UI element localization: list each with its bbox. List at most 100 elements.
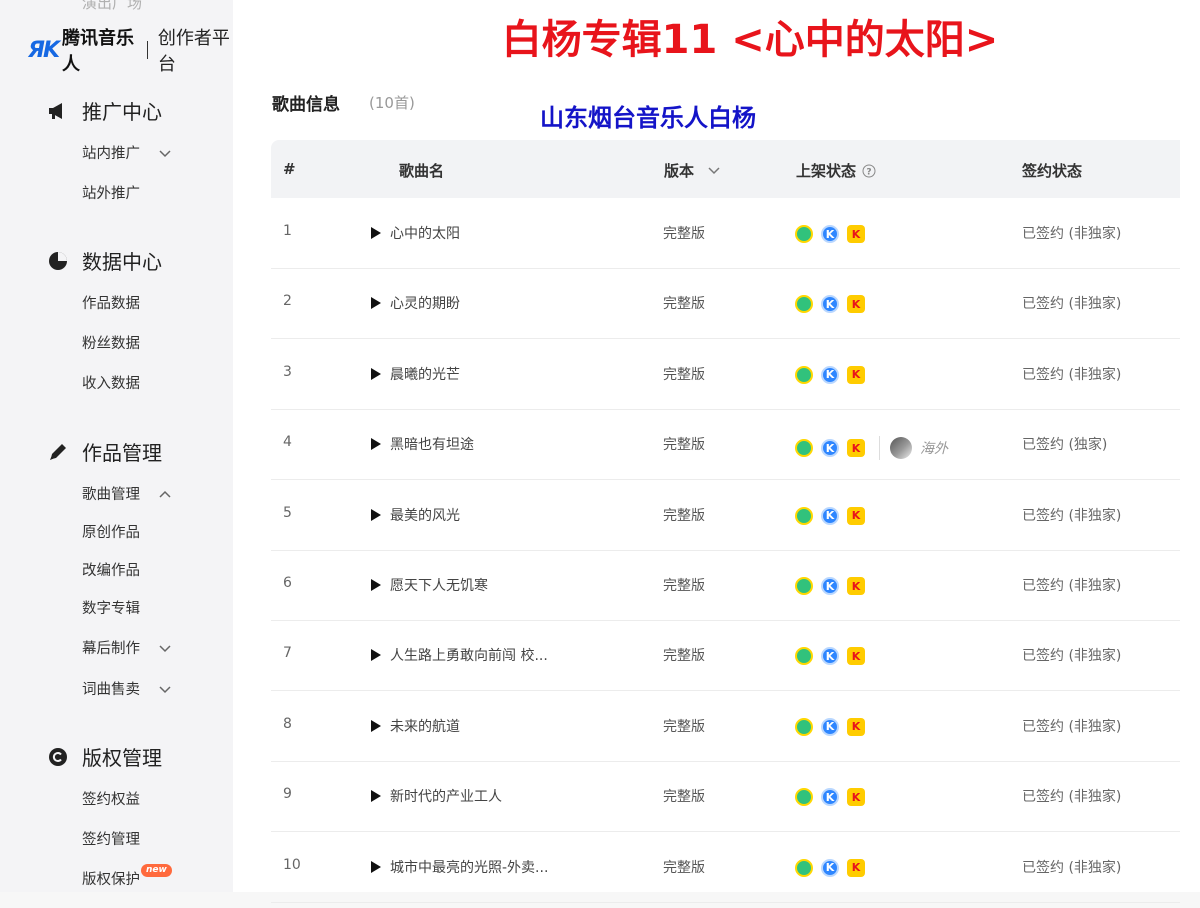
sidebar-item-lyric-sales[interactable]: 词曲售卖: [82, 678, 172, 699]
sidebar-item-digital-album[interactable]: 数字专辑: [82, 597, 140, 618]
sign-status-cell: 已签约 (非独家): [1022, 859, 1122, 876]
qq-music-icon: [795, 647, 813, 666]
song-name-cell[interactable]: 未来的航道: [371, 716, 460, 736]
sidebar-item-label: 幕后制作: [82, 641, 140, 657]
table-row: 4 黑暗也有坦途 完整版 K K 海外 已签约 (独家): [271, 409, 1180, 481]
nav-group-label: 数据中心: [82, 250, 162, 274]
sidebar: 演出广场 ЯK 腾讯音乐人 创作者平台 推广中心 站内推广 站外推广 数据中心 …: [0, 0, 233, 892]
nav-group-copyright[interactable]: 版权管理: [48, 742, 162, 771]
table-row: 3 晨曦的光芒 完整版 K K 已签约 (非独家): [271, 339, 1180, 410]
sidebar-item-label: 歌曲管理: [82, 487, 140, 503]
kuwo-icon: K: [847, 577, 865, 595]
row-index: 8: [283, 715, 292, 732]
row-index: 2: [283, 293, 292, 310]
nav-group-label: 版权管理: [82, 746, 162, 770]
kuwo-icon: K: [847, 295, 865, 314]
sidebar-item-income-data[interactable]: 收入数据: [82, 372, 140, 393]
table-row: 1 心中的太阳 完整版 K K 已签约 (非独家): [271, 198, 1180, 269]
song-name-cell[interactable]: 心灵的期盼: [371, 293, 460, 313]
version-cell: 完整版: [663, 789, 705, 806]
chevron-down-icon: [158, 148, 172, 158]
play-icon[interactable]: [371, 790, 381, 803]
sidebar-item-sign-rights[interactable]: 签约权益: [82, 788, 140, 809]
qq-music-icon: [795, 365, 813, 384]
sign-status-cell: 已签约 (非独家): [1022, 507, 1122, 524]
song-name: 黑暗也有坦途: [390, 437, 474, 454]
qq-music-icon: [795, 577, 813, 595]
kugou-icon: K: [821, 717, 839, 736]
sidebar-item-original-works[interactable]: 原创作品: [82, 521, 140, 542]
header-version[interactable]: 版本: [664, 160, 720, 181]
play-icon[interactable]: [371, 227, 381, 239]
song-name: 心灵的期盼: [390, 296, 460, 313]
play-icon[interactable]: [371, 649, 381, 662]
kugou-icon: K: [821, 788, 839, 807]
play-icon[interactable]: [371, 719, 381, 732]
song-name-cell[interactable]: 人生路上勇敢向前闯 校...: [371, 645, 548, 665]
section-title: 歌曲信息: [272, 95, 340, 115]
sidebar-item-label: 作品数据: [82, 296, 140, 312]
table-row: 7 人生路上勇敢向前闯 校... 完整版 K K 已签约 (非独家): [271, 620, 1180, 692]
sidebar-item-work-data[interactable]: 作品数据: [82, 292, 140, 313]
qq-music-icon: [795, 225, 813, 243]
song-name-cell[interactable]: 愿天下人无饥寒: [371, 575, 488, 595]
sidebar-item-label: 签约权益: [82, 792, 140, 808]
album-title-banner: 白杨专辑11 <心中的太阳>: [316, 4, 1184, 76]
qq-music-icon: [795, 439, 813, 458]
platform-status-cell: KK: [795, 365, 873, 384]
sidebar-item-fan-data[interactable]: 粉丝数据: [82, 332, 140, 353]
row-index: 3: [283, 363, 292, 380]
song-name: 未来的航道: [390, 718, 460, 735]
song-name-cell[interactable]: 黑暗也有坦途: [371, 434, 474, 454]
kuwo-icon: K: [847, 717, 865, 736]
table-row: 8 未来的航道 完整版 K K 已签约 (非独家): [271, 691, 1180, 762]
table-row: 6 愿天下人无饥寒 完整版 K K 已签约 (非独家): [271, 550, 1180, 621]
version-cell: 完整版: [663, 366, 705, 383]
version-cell: 完整版: [663, 226, 705, 242]
song-name-cell[interactable]: 晨曦的光芒: [371, 364, 460, 384]
nav-group-promotion[interactable]: 推广中心: [48, 96, 162, 125]
table-header: # 歌曲名 版本 上架状态 ? 签约状态: [271, 140, 1180, 198]
song-name-cell[interactable]: 心中的太阳: [371, 223, 460, 243]
platform-status-cell: KK: [795, 225, 873, 243]
play-icon[interactable]: [371, 367, 381, 380]
sign-status-cell: 已签约 (非独家): [1022, 789, 1122, 806]
help-icon[interactable]: ?: [862, 164, 876, 178]
nav-group-label: 推广中心: [82, 100, 162, 124]
platform-status-cell: KK: [795, 858, 873, 877]
song-count: (10首): [369, 94, 415, 112]
nav-group-works[interactable]: 作品管理: [48, 437, 162, 466]
row-index: 9: [283, 786, 292, 803]
play-icon[interactable]: [371, 508, 381, 521]
chevron-down-icon: [158, 684, 172, 694]
sidebar-item-offsite-promo[interactable]: 站外推广: [82, 182, 140, 203]
megaphone-icon: [48, 101, 68, 121]
row-index: 5: [283, 504, 292, 521]
play-icon[interactable]: [371, 579, 381, 591]
sidebar-item-production[interactable]: 幕后制作: [82, 637, 172, 658]
platform-status-cell: KK: [795, 717, 873, 736]
table-row: 2 心灵的期盼 完整版 K K 已签约 (非独家): [271, 268, 1180, 340]
song-name: 城市中最亮的光照-外卖...: [390, 859, 549, 876]
play-icon[interactable]: [371, 438, 381, 451]
sidebar-item-sign-management[interactable]: 签约管理: [82, 828, 140, 849]
header-status-label: 上架状态: [796, 162, 857, 180]
sidebar-item-song-management[interactable]: 歌曲管理: [82, 483, 172, 504]
sidebar-item-label: 站内推广: [82, 146, 140, 162]
sidebar-item-onsite-promo[interactable]: 站内推广: [82, 142, 172, 163]
song-name-cell[interactable]: 新时代的产业工人: [371, 786, 502, 806]
sign-status-cell: 已签约 (非独家): [1022, 648, 1122, 665]
sidebar-item-adapted-works[interactable]: 改编作品: [82, 559, 140, 580]
song-name-cell[interactable]: 城市中最亮的光照-外卖...: [371, 857, 548, 877]
play-icon[interactable]: [371, 860, 381, 873]
row-index: 1: [283, 223, 292, 239]
song-name: 新时代的产业工人: [390, 789, 502, 806]
sidebar-item-cut-off[interactable]: 演出广场: [82, 0, 142, 13]
song-name-cell[interactable]: 最美的风光: [371, 505, 460, 525]
globe-icon: [890, 437, 912, 460]
svg-text:?: ?: [866, 167, 871, 177]
nav-group-data[interactable]: 数据中心: [48, 246, 162, 275]
logo[interactable]: ЯK 腾讯音乐人 创作者平台: [28, 28, 233, 75]
sidebar-item-copyright-protection[interactable]: 版权保护 new: [82, 864, 172, 889]
play-icon[interactable]: [371, 297, 381, 310]
